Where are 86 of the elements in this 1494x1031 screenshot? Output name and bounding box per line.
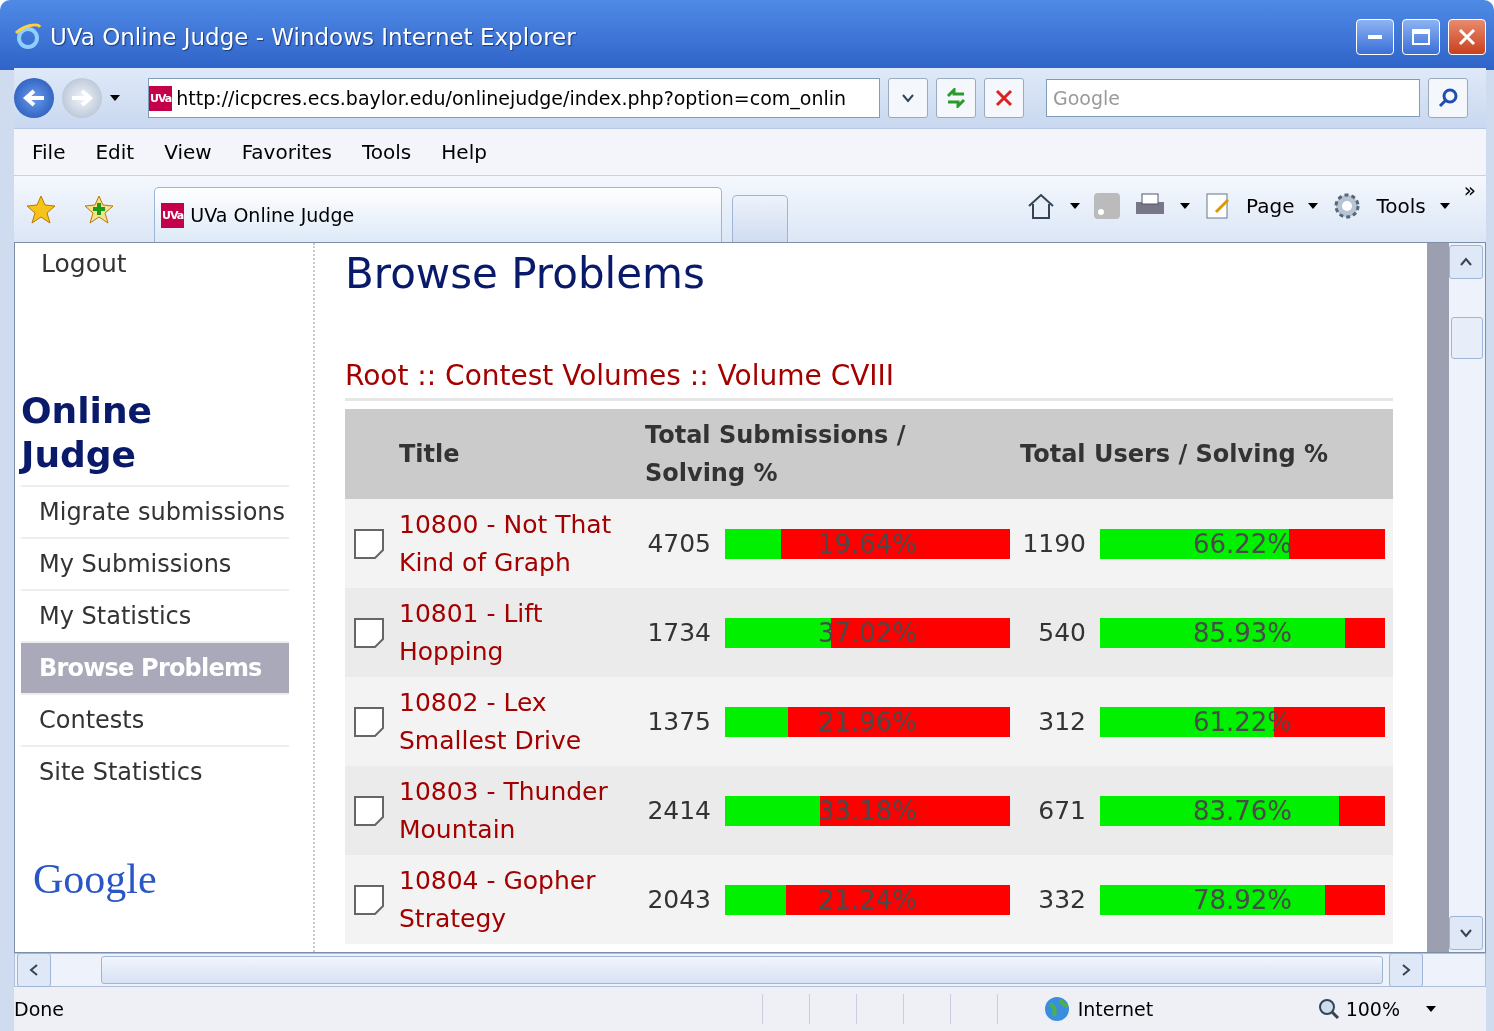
menu-item[interactable]: Edit — [95, 140, 135, 164]
user-count: 332 — [1037, 885, 1086, 914]
back-button[interactable] — [14, 78, 54, 118]
search-field[interactable]: Google — [1046, 79, 1420, 117]
maximize-button[interactable] — [1402, 19, 1440, 55]
maximize-icon — [1412, 29, 1430, 45]
user-count: 671 — [1037, 796, 1086, 825]
submission-count: 1375 — [646, 707, 711, 736]
browser-tab[interactable]: UVa UVa Online Judge — [154, 187, 722, 242]
page-menu[interactable]: Page — [1246, 194, 1295, 218]
column-header: Title — [345, 409, 645, 499]
address-field[interactable]: UVa http://icpcres.ecs.baylor.edu/onlinejudge/index.php?option=com_onlin — [148, 78, 880, 118]
solving-percentage: 33.18% — [817, 795, 918, 826]
document-icon — [353, 794, 385, 827]
page-title: Browse Problems — [345, 249, 706, 300]
solving-percentage: 21.96% — [817, 706, 918, 737]
star-icon[interactable] — [26, 194, 56, 224]
document-icon — [353, 527, 385, 560]
globe-icon — [1043, 996, 1070, 1022]
scroll-thumb[interactable] — [101, 956, 1383, 984]
caret-icon[interactable] — [1180, 203, 1191, 209]
sidebar-item[interactable]: My Submissions — [21, 537, 289, 589]
submission-count: 2043 — [646, 885, 711, 914]
tools-menu[interactable]: Tools — [1376, 194, 1426, 218]
menu-item[interactable]: File — [32, 140, 66, 164]
solving-percentage: 83.76% — [1192, 795, 1293, 826]
scroll-up-button[interactable] — [1449, 245, 1483, 279]
zoom-icon — [1317, 998, 1340, 1020]
solving-percentage: 85.93% — [1192, 617, 1293, 648]
menu-item[interactable]: Favorites — [241, 140, 332, 164]
close-button[interactable] — [1448, 19, 1486, 55]
document-icon — [353, 705, 385, 738]
minimize-icon — [1368, 35, 1382, 39]
scroll-left-button[interactable] — [17, 953, 51, 987]
sidebar-item[interactable]: Migrate submissions — [21, 485, 289, 537]
url-text: http://icpcres.ecs.baylor.edu/onlinejudge/index.php?option=com_onlin — [176, 87, 847, 109]
caret-icon[interactable] — [1439, 203, 1450, 209]
caret-icon[interactable] — [110, 95, 120, 101]
user-count: 540 — [1037, 618, 1086, 647]
browser-logo-icon — [14, 23, 42, 51]
refresh-icon — [945, 88, 967, 108]
column-header: Total Submissions / Solving % — [645, 409, 1020, 499]
caret-icon[interactable] — [1426, 1006, 1436, 1012]
sidebar-item[interactable]: Contests — [21, 693, 289, 745]
scroll-thumb[interactable] — [1451, 317, 1483, 359]
document-icon — [353, 883, 385, 916]
user-count: 312 — [1037, 707, 1086, 736]
close-icon — [1458, 28, 1476, 46]
overflow-button[interactable]: » — [1463, 178, 1476, 202]
window-title: UVa Online Judge - Windows Internet Explorer — [50, 24, 577, 50]
caret-icon[interactable] — [1308, 203, 1319, 209]
submission-count: 2414 — [646, 796, 711, 825]
forward-arrow-icon — [70, 88, 94, 108]
close-icon — [995, 89, 1013, 107]
solving-percentage: 19.64% — [817, 528, 918, 559]
minimize-button[interactable] — [1356, 19, 1394, 55]
menu-item[interactable]: Help — [441, 140, 487, 164]
submission-count: 1734 — [646, 618, 711, 647]
submission-count: 4705 — [646, 529, 711, 558]
solving-percentage: 21.24% — [817, 884, 918, 915]
scroll-right-button[interactable] — [1389, 953, 1423, 987]
search-button[interactable] — [1428, 78, 1468, 118]
tab-label: UVa Online Judge — [190, 204, 355, 226]
add-favorite-icon[interactable] — [84, 194, 114, 224]
solving-percentage: 78.92% — [1192, 884, 1293, 915]
menu-item[interactable]: Tools — [362, 140, 412, 164]
logout-link[interactable]: Logout — [21, 249, 313, 389]
user-count: 1190 — [1021, 529, 1086, 558]
scroll-down-button[interactable] — [1449, 916, 1483, 950]
back-arrow-icon — [22, 88, 46, 108]
menu-item[interactable]: View — [164, 140, 212, 164]
column-header: Total Users / Solving % — [1020, 409, 1393, 499]
search-icon — [1438, 88, 1458, 108]
google-logo: Google — [32, 855, 158, 903]
breadcrumb[interactable]: Root :: Contest Volumes :: Volume CVIII — [345, 359, 1393, 401]
zoom-level[interactable]: 100% — [1345, 998, 1400, 1020]
status-text: Done — [14, 998, 65, 1020]
caret-icon[interactable] — [1070, 203, 1081, 209]
sidebar-heading: Online Judge — [21, 389, 153, 477]
zone-text: Internet — [1077, 998, 1155, 1020]
favicon: UVa — [149, 85, 173, 111]
favicon: UVa — [161, 202, 185, 228]
refresh-button[interactable] — [936, 78, 976, 118]
document-icon — [353, 616, 385, 649]
sidebar-item[interactable]: Site Statistics — [21, 745, 289, 797]
stop-button[interactable] — [984, 78, 1024, 118]
